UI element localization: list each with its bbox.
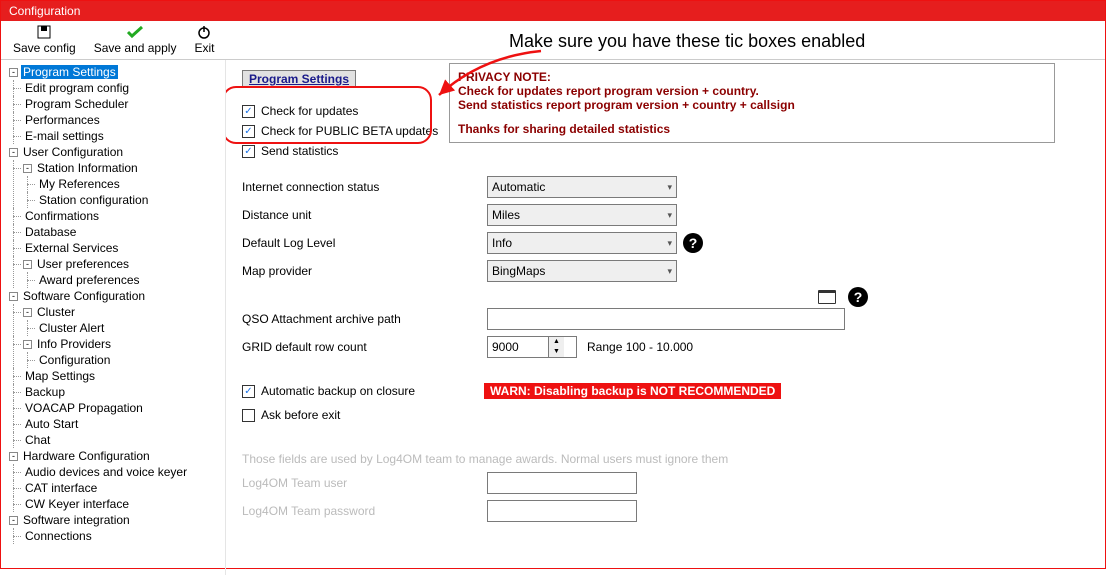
check-updates-label: Check for updates	[261, 104, 358, 118]
tree-user-config[interactable]: User Configuration	[21, 145, 125, 159]
tree-voacap[interactable]: VOACAP Propagation	[23, 401, 145, 415]
send-stats-checkbox[interactable]: ✓	[242, 145, 255, 158]
tree-toggle[interactable]: -	[9, 516, 18, 525]
team-user-input[interactable]	[487, 472, 637, 494]
tree-station-info[interactable]: Station Information	[35, 161, 140, 175]
tree-toggle[interactable]: -	[9, 148, 18, 157]
help-icon[interactable]: ?	[683, 233, 703, 253]
tree-program-scheduler[interactable]: Program Scheduler	[23, 97, 130, 111]
map-provider-label: Map provider	[242, 264, 487, 278]
tree-info-providers[interactable]: Info Providers	[35, 337, 113, 351]
save-config-label: Save config	[13, 41, 76, 55]
tree-audio-devices[interactable]: Audio devices and voice keyer	[23, 465, 189, 479]
annotation-text: Make sure you have these tic boxes enabl…	[509, 31, 865, 52]
tree-database[interactable]: Database	[23, 225, 78, 239]
tree-toggle[interactable]: -	[9, 292, 18, 301]
tree-performances[interactable]: Performances	[23, 113, 102, 127]
check-beta-checkbox[interactable]: ✓	[242, 125, 255, 138]
team-user-label: Log4OM Team user	[242, 476, 487, 490]
grid-count-spinner[interactable]: ▲▼	[487, 336, 577, 358]
tree-confirmations[interactable]: Confirmations	[23, 209, 101, 223]
grid-count-label: GRID default row count	[242, 340, 487, 354]
help-icon[interactable]: ?	[848, 287, 868, 307]
tree-cat-interface[interactable]: CAT interface	[23, 481, 99, 495]
auto-backup-checkbox[interactable]: ✓	[242, 385, 255, 398]
privacy-thanks: Thanks for sharing detailed statistics	[458, 122, 1046, 136]
chevron-down-icon: ▾	[667, 182, 672, 193]
tree-chat[interactable]: Chat	[23, 433, 52, 447]
conn-status-label: Internet connection status	[242, 180, 487, 194]
conn-status-select[interactable]: Automatic▾	[487, 176, 677, 198]
tree-station-config[interactable]: Station configuration	[37, 193, 150, 207]
privacy-title: PRIVACY NOTE:	[458, 70, 1046, 84]
team-pw-label: Log4OM Team password	[242, 504, 487, 518]
tree-auto-start[interactable]: Auto Start	[23, 417, 80, 431]
window-titlebar: Configuration	[1, 1, 1105, 21]
tree-award-prefs[interactable]: Award preferences	[37, 273, 142, 287]
tree-email-settings[interactable]: E-mail settings	[23, 129, 106, 143]
tree-toggle[interactable]: -	[23, 164, 32, 173]
tree-my-references[interactable]: My References	[37, 177, 122, 191]
grid-count-input[interactable]	[488, 337, 548, 357]
ask-exit-checkbox[interactable]	[242, 409, 255, 422]
window-title: Configuration	[9, 4, 80, 18]
tree-cluster-alert[interactable]: Cluster Alert	[37, 321, 106, 335]
chevron-down-icon: ▾	[667, 238, 672, 249]
log-level-select[interactable]: Info▾	[487, 232, 677, 254]
map-provider-select[interactable]: BingMaps▾	[487, 260, 677, 282]
chevron-down-icon: ▾	[667, 266, 672, 277]
tree-user-prefs[interactable]: User preferences	[35, 257, 131, 271]
check-updates-checkbox[interactable]: ✓	[242, 105, 255, 118]
distance-unit-label: Distance unit	[242, 208, 487, 222]
tree-toggle[interactable]: -	[23, 340, 32, 349]
tree-toggle[interactable]: -	[9, 68, 18, 77]
team-pw-input[interactable]	[487, 500, 637, 522]
privacy-line1: Check for updates report program version…	[458, 84, 1046, 98]
tree-external-services[interactable]: External Services	[23, 241, 120, 255]
tree-hardware-config[interactable]: Hardware Configuration	[21, 449, 152, 463]
tree-program-settings[interactable]: Program Settings	[21, 65, 118, 79]
save-config-button[interactable]: Save config	[9, 23, 80, 55]
chevron-down-icon: ▾	[667, 210, 672, 221]
tree-ip-configuration[interactable]: Configuration	[37, 353, 112, 367]
power-icon	[197, 23, 211, 41]
tree-edit-program-config[interactable]: Edit program config	[23, 81, 131, 95]
save-icon	[36, 23, 52, 41]
tree-cluster[interactable]: Cluster	[35, 305, 77, 319]
spinner-down-icon[interactable]: ▼	[549, 347, 564, 357]
tree-toggle[interactable]: -	[23, 308, 32, 317]
tree-backup[interactable]: Backup	[23, 385, 67, 399]
settings-panel: Program Settings PRIVACY NOTE: Check for…	[226, 60, 1105, 575]
qso-path-input[interactable]	[487, 308, 845, 330]
tree-toggle[interactable]: -	[23, 260, 32, 269]
ask-exit-label: Ask before exit	[261, 408, 340, 422]
panel-header: Program Settings	[242, 70, 356, 88]
tree-cw-keyer[interactable]: CW Keyer interface	[23, 497, 131, 511]
folder-icon[interactable]	[818, 290, 836, 304]
exit-button[interactable]: Exit	[190, 23, 218, 55]
check-icon	[126, 23, 144, 41]
qso-path-label: QSO Attachment archive path	[242, 312, 487, 326]
team-fields-hint: Those fields are used by Log4OM team to …	[242, 452, 1089, 466]
tree-map-settings[interactable]: Map Settings	[23, 369, 97, 383]
grid-range-text: Range 100 - 10.000	[587, 340, 693, 354]
distance-unit-select[interactable]: Miles▾	[487, 204, 677, 226]
send-stats-label: Send statistics	[261, 144, 338, 158]
check-beta-label: Check for PUBLIC BETA updates	[261, 124, 438, 138]
privacy-line2: Send statistics report program version +…	[458, 98, 1046, 112]
tree-software-config[interactable]: Software Configuration	[21, 289, 147, 303]
nav-tree[interactable]: -Program Settings Edit program config Pr…	[1, 60, 226, 575]
tree-toggle[interactable]: -	[9, 452, 18, 461]
privacy-note: PRIVACY NOTE: Check for updates report p…	[449, 63, 1055, 143]
tree-software-integration[interactable]: Software integration	[21, 513, 132, 527]
save-apply-button[interactable]: Save and apply	[90, 23, 181, 55]
backup-warning: WARN: Disabling backup is NOT RECOMMENDE…	[484, 383, 781, 399]
spinner-up-icon[interactable]: ▲	[549, 337, 564, 347]
tree-connections[interactable]: Connections	[23, 529, 94, 543]
auto-backup-label: Automatic backup on closure	[261, 384, 484, 398]
save-apply-label: Save and apply	[94, 41, 177, 55]
exit-label: Exit	[194, 41, 214, 55]
log-level-label: Default Log Level	[242, 236, 487, 250]
